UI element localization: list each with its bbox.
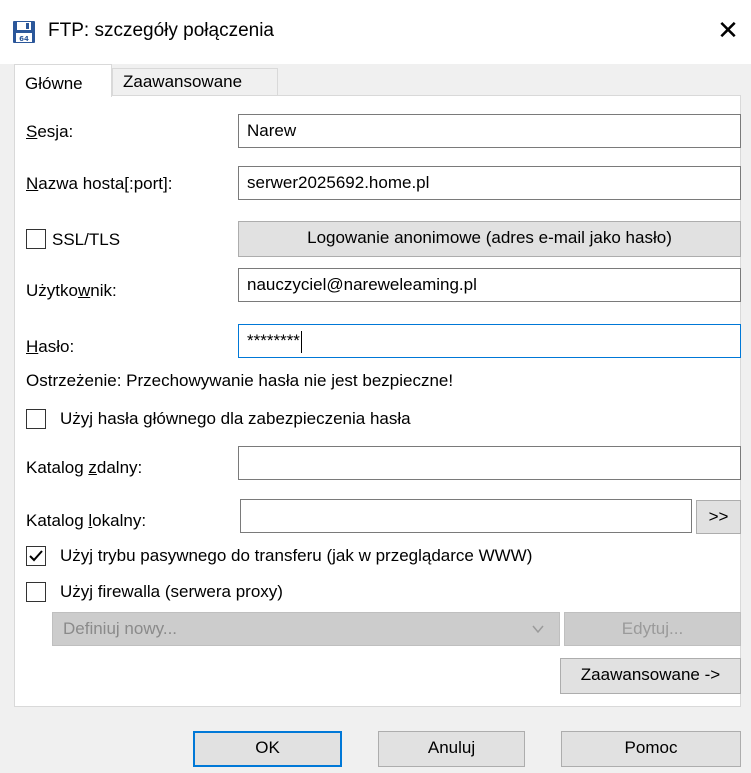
master-password-label[interactable]: Użyj hasła głównego dla zabezpieczenia h… <box>60 408 411 430</box>
remote-dir-input[interactable] <box>238 446 741 480</box>
local-dir-input[interactable] <box>240 499 692 533</box>
passive-mode-checkbox[interactable] <box>26 546 46 566</box>
proxy-select[interactable]: Definiuj nowy... <box>52 612 560 646</box>
floppy-disk-icon: 64 <box>12 20 36 44</box>
ssl-checkbox[interactable] <box>26 229 46 249</box>
local-dir-label: Katalog lokalny: <box>26 511 147 530</box>
firewall-label[interactable]: Użyj firewalla (serwera proxy) <box>60 581 283 603</box>
session-input[interactable]: Narew <box>238 114 741 148</box>
chevron-down-icon <box>532 625 544 634</box>
tab-advanced[interactable]: Zaawansowane <box>112 68 278 96</box>
firewall-checkbox[interactable] <box>26 582 46 602</box>
password-input[interactable]: ******** <box>238 324 741 358</box>
browse-local-dir-button[interactable]: >> <box>696 500 741 534</box>
ssl-label[interactable]: SSL/TLS <box>52 229 120 251</box>
cancel-button[interactable]: Anuluj <box>378 731 525 767</box>
host-label: Nazwa hosta[:port]: <box>26 174 173 193</box>
close-icon[interactable]: ✕ <box>716 14 740 46</box>
tab-general[interactable]: Główne <box>14 64 112 97</box>
passive-mode-label[interactable]: Użyj trybu pasywnego do transferu (jak w… <box>60 545 532 567</box>
master-password-checkbox[interactable] <box>26 409 46 429</box>
user-input[interactable]: nauczyciel@nareweleaming.pl <box>238 268 741 302</box>
password-label: Hasło: <box>26 337 75 356</box>
title-bar: 64 FTP: szczegóły połączenia ✕ <box>0 0 751 64</box>
help-button[interactable]: Pomoc <box>561 731 741 767</box>
check-icon <box>29 550 43 562</box>
host-input[interactable]: serwer2025692.home.pl <box>238 166 741 200</box>
anonymous-login-button[interactable]: Logowanie anonimowe (adres e-mail jako h… <box>238 221 741 257</box>
session-label: Sesja: <box>26 122 74 141</box>
proxy-select-value: Definiuj nowy... <box>63 619 178 638</box>
ok-button[interactable]: OK <box>193 731 342 767</box>
user-label: Użytkownik: <box>26 281 117 300</box>
window-title: FTP: szczegóły połączenia <box>48 20 274 41</box>
text-cursor <box>300 330 302 353</box>
svg-text:64: 64 <box>19 35 29 43</box>
edit-proxy-button[interactable]: Edytuj... <box>564 612 741 646</box>
password-warning: Ostrzeżenie: Przechowywanie hasła nie je… <box>26 371 454 390</box>
password-value: ******** <box>247 331 300 350</box>
remote-dir-label: Katalog zdalny: <box>26 458 143 477</box>
advanced-button[interactable]: Zaawansowane -> <box>560 658 741 694</box>
